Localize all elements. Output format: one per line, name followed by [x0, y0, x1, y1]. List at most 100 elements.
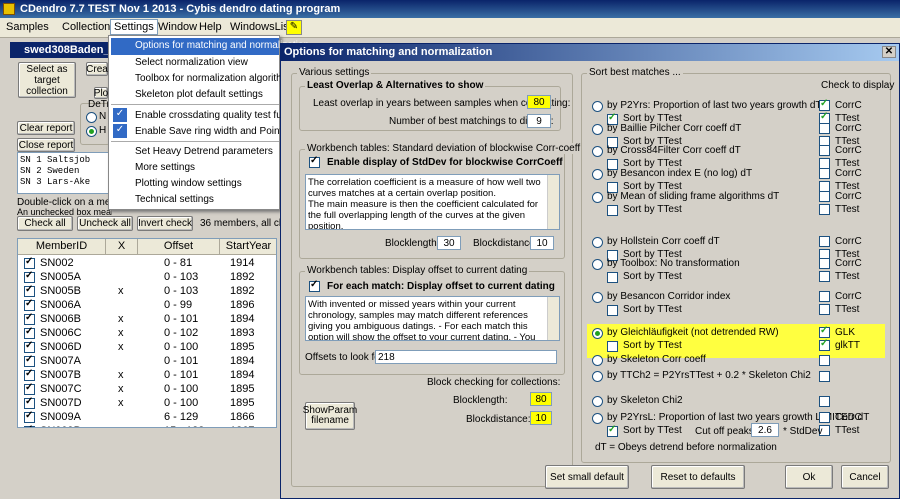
table-row[interactable]: SN006D x 0 - 100 1895: [18, 340, 276, 355]
sort-by-ttest-checkbox[interactable]: [607, 341, 618, 352]
display-checkbox-1[interactable]: [819, 291, 830, 302]
scrollbar[interactable]: [547, 175, 559, 229]
row-checkbox[interactable]: [24, 382, 35, 395]
menu-technical[interactable]: Technical settings: [135, 194, 214, 205]
sort-by-ttest-checkbox[interactable]: [607, 305, 618, 316]
tool-icon[interactable]: ✎: [286, 20, 302, 35]
row-checkbox[interactable]: [24, 270, 35, 283]
row-checkbox[interactable]: [24, 256, 35, 269]
col-x[interactable]: X: [106, 239, 138, 255]
menu-collections[interactable]: Collections: [62, 21, 116, 33]
blockdistance-input[interactable]: 10: [530, 236, 554, 250]
detrend-heavy-radio[interactable]: [86, 126, 97, 137]
sort-option-radio[interactable]: [592, 101, 603, 112]
table-row[interactable]: SN007D x 0 - 100 1895: [18, 396, 276, 411]
least-overlap-input[interactable]: 80: [527, 95, 551, 109]
sort-option-radio[interactable]: [592, 146, 603, 157]
display-checkbox-1[interactable]: [819, 98, 830, 111]
menu-more-settings[interactable]: More settings: [135, 162, 195, 173]
blocklength-input[interactable]: 30: [437, 236, 461, 250]
menu-skeleton[interactable]: Skeleton plot default settings: [135, 89, 263, 100]
menu-settings[interactable]: Settings: [110, 19, 158, 35]
menu-select-normalization[interactable]: Select normalization view: [135, 57, 248, 68]
table-row[interactable]: SN007C x 0 - 100 1895: [18, 382, 276, 397]
display-checkbox-1[interactable]: [819, 258, 830, 269]
clear-report-button[interactable]: Clear report: [17, 121, 75, 135]
table-row[interactable]: SN005A 0 - 103 1892: [18, 270, 276, 285]
row-checkbox[interactable]: [24, 368, 35, 381]
row-checkbox[interactable]: [24, 396, 35, 409]
table-row[interactable]: SN009A 6 - 129 1866: [18, 410, 276, 425]
display-checkbox-2[interactable]: [819, 304, 830, 315]
sort-by-ttest-checkbox[interactable]: [607, 272, 618, 283]
sort-option-radio[interactable]: [592, 192, 603, 203]
display-checkbox-1[interactable]: [819, 325, 830, 338]
detrend-none-radio[interactable]: [86, 112, 97, 123]
row-checkbox[interactable]: [24, 284, 35, 297]
menu-toolbox[interactable]: Toolbox for normalization algorithms: [135, 73, 295, 84]
sort-by-ttest-checkbox[interactable]: [607, 205, 618, 216]
select-target-button[interactable]: Select as target collection: [18, 62, 76, 98]
sort-option-radio[interactable]: [592, 328, 603, 339]
sort-by-ttest-checkbox[interactable]: [607, 424, 618, 437]
sort-option-radio[interactable]: [592, 259, 603, 270]
display-checkbox-1[interactable]: [819, 168, 830, 179]
display-checkbox-2[interactable]: [819, 338, 830, 351]
sort-option-radio[interactable]: [592, 292, 603, 303]
col-memberid[interactable]: MemberID: [18, 239, 106, 255]
display-checkbox-1[interactable]: [819, 371, 830, 382]
table-row[interactable]: SN002 0 - 81 1914: [18, 256, 276, 271]
sort-option-radio[interactable]: [592, 124, 603, 135]
offsets-input[interactable]: 218: [375, 350, 557, 364]
row-checkbox[interactable]: [24, 298, 35, 311]
sort-option-radio[interactable]: [592, 371, 603, 382]
num-best-input[interactable]: 9: [527, 114, 551, 128]
each-match-checkbox[interactable]: [309, 279, 320, 292]
col-offset[interactable]: Offset: [138, 239, 220, 255]
table-row[interactable]: SN009B x 15 - 128 1867: [18, 424, 276, 427]
close-report-button[interactable]: Close report: [17, 138, 75, 152]
display-checkbox-1[interactable]: [819, 123, 830, 134]
sort-option-radio[interactable]: [592, 413, 603, 424]
row-checkbox[interactable]: [24, 326, 35, 339]
col-startyear[interactable]: StartYear: [220, 239, 276, 255]
table-row[interactable]: SN006A 0 - 99 1896: [18, 298, 276, 313]
set-small-default-button[interactable]: Set small default: [545, 465, 629, 489]
cancel-button[interactable]: Cancel: [841, 465, 889, 489]
display-checkbox-1[interactable]: [819, 355, 830, 366]
table-row[interactable]: SN006B x 0 - 101 1894: [18, 312, 276, 327]
table-row[interactable]: SN007A 0 - 101 1894: [18, 354, 276, 369]
menu-windowslist[interactable]: WindowsList: [230, 21, 292, 33]
row-checkbox[interactable]: [24, 312, 35, 325]
table-row[interactable]: SN007B x 0 - 101 1894: [18, 368, 276, 383]
row-checkbox[interactable]: [24, 424, 35, 427]
menu-samples[interactable]: Samples: [6, 21, 49, 33]
display-checkbox-1[interactable]: [819, 145, 830, 156]
close-icon[interactable]: ✕: [882, 46, 896, 58]
cut-off-input[interactable]: 2.6: [751, 423, 779, 437]
row-checkbox[interactable]: [24, 410, 35, 423]
create-button[interactable]: Crea: [86, 62, 108, 76]
uncheck-all-button[interactable]: Uncheck all: [77, 216, 133, 231]
display-checkbox-1[interactable]: [819, 412, 830, 423]
bc-blocklength-input[interactable]: 80: [530, 392, 552, 406]
display-checkbox-1[interactable]: [819, 191, 830, 202]
table-row[interactable]: SN005B x 0 - 103 1892: [18, 284, 276, 299]
menu-plotting-window[interactable]: Plotting window settings: [135, 178, 242, 189]
display-checkbox-1[interactable]: [819, 396, 830, 407]
table-row[interactable]: SN006C x 0 - 102 1893: [18, 326, 276, 341]
showparam-button[interactable]: ShowParam filename: [303, 402, 357, 430]
display-checkbox-1[interactable]: [819, 236, 830, 247]
sort-option-radio[interactable]: [592, 396, 603, 407]
bc-blockdistance-input[interactable]: 10: [530, 411, 552, 425]
enable-stddev-checkbox[interactable]: [309, 155, 320, 168]
display-checkbox-2[interactable]: [819, 271, 830, 282]
check-all-button[interactable]: Check all: [17, 216, 73, 231]
reset-defaults-button[interactable]: Reset to defaults: [651, 465, 745, 489]
menu-heavy-detrend[interactable]: Set Heavy Detrend parameters: [135, 146, 273, 157]
sort-option-radio[interactable]: [592, 169, 603, 180]
menu-window[interactable]: Window: [158, 21, 197, 33]
ok-button[interactable]: Ok: [785, 465, 833, 489]
row-checkbox[interactable]: [24, 354, 35, 367]
row-checkbox[interactable]: [24, 340, 35, 353]
